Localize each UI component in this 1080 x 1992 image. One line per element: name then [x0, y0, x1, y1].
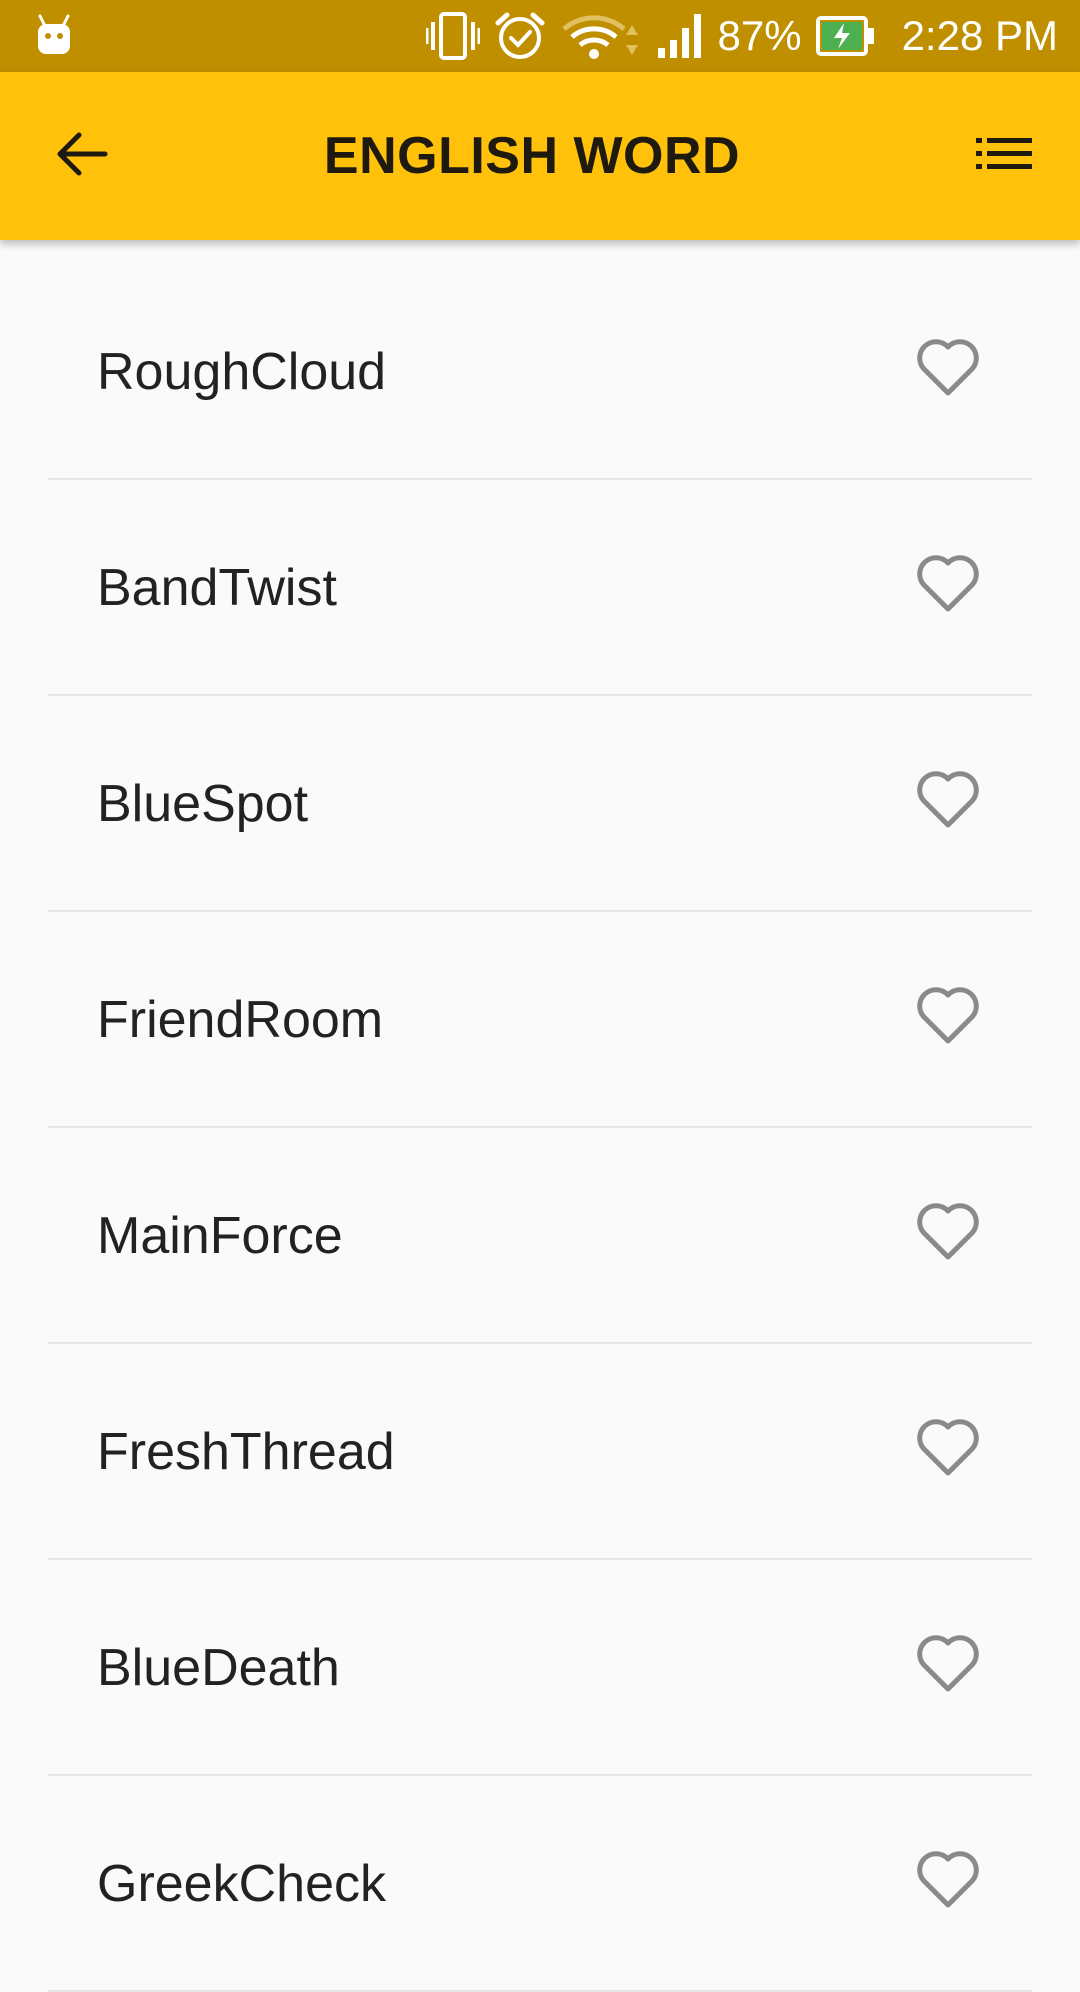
- list-item[interactable]: MainForce: [48, 1128, 1032, 1344]
- heart-outline-icon: [916, 1419, 980, 1481]
- heart-outline-icon: [916, 339, 980, 401]
- list-item[interactable]: FreshThread: [48, 1344, 1032, 1560]
- status-bar: 87% 2:28 PM: [0, 0, 1080, 72]
- wifi-icon: [560, 11, 642, 61]
- clock: 2:28 PM: [901, 12, 1058, 59]
- word-label: GreekCheck: [97, 1855, 386, 1913]
- arrow-left-icon: [55, 130, 109, 182]
- favorite-button[interactable]: [912, 982, 984, 1054]
- battery-charging-icon: [815, 16, 876, 56]
- vibrate-icon: [425, 12, 480, 60]
- list-item[interactable]: GreekCheck: [48, 1776, 1032, 1992]
- heart-outline-icon: [916, 555, 980, 617]
- favorite-button[interactable]: [912, 1198, 984, 1270]
- android-notification-icon: [36, 14, 72, 56]
- favorite-button[interactable]: [912, 766, 984, 838]
- list-item[interactable]: RoughCloud: [48, 264, 1032, 480]
- heart-outline-icon: [916, 1203, 980, 1265]
- favorite-button[interactable]: [912, 550, 984, 622]
- favorite-button[interactable]: [912, 334, 984, 406]
- favorite-button[interactable]: [912, 1630, 984, 1702]
- alarm-icon: [494, 11, 546, 61]
- word-list: RoughCloud BandTwist BlueSpot FriendRoom: [0, 264, 1080, 1992]
- favorite-button[interactable]: [912, 1846, 984, 1918]
- list-icon: [976, 136, 1032, 176]
- word-label: FreshThread: [97, 1423, 395, 1481]
- list-item[interactable]: BlueSpot: [48, 696, 1032, 912]
- word-label: BlueDeath: [97, 1639, 340, 1697]
- page-title: ENGLISH WORD: [323, 127, 741, 185]
- word-label: BlueSpot: [97, 775, 309, 833]
- signal-icon: [656, 12, 706, 60]
- word-label: MainForce: [97, 1207, 343, 1265]
- favorite-button[interactable]: [912, 1414, 984, 1486]
- word-label: BandTwist: [97, 559, 337, 617]
- heart-outline-icon: [916, 987, 980, 1049]
- heart-outline-icon: [916, 1635, 980, 1697]
- list-menu-button[interactable]: [972, 126, 1036, 186]
- heart-outline-icon: [916, 771, 980, 833]
- app-bar: ENGLISH WORD: [0, 72, 1080, 240]
- battery-percent: 87%: [717, 12, 802, 59]
- list-item[interactable]: FriendRoom: [48, 912, 1032, 1128]
- list-item[interactable]: BandTwist: [48, 480, 1032, 696]
- word-label: RoughCloud: [97, 343, 387, 401]
- back-button[interactable]: [50, 124, 114, 188]
- word-label: FriendRoom: [97, 991, 384, 1049]
- list-item[interactable]: BlueDeath: [48, 1560, 1032, 1776]
- heart-outline-icon: [916, 1851, 980, 1913]
